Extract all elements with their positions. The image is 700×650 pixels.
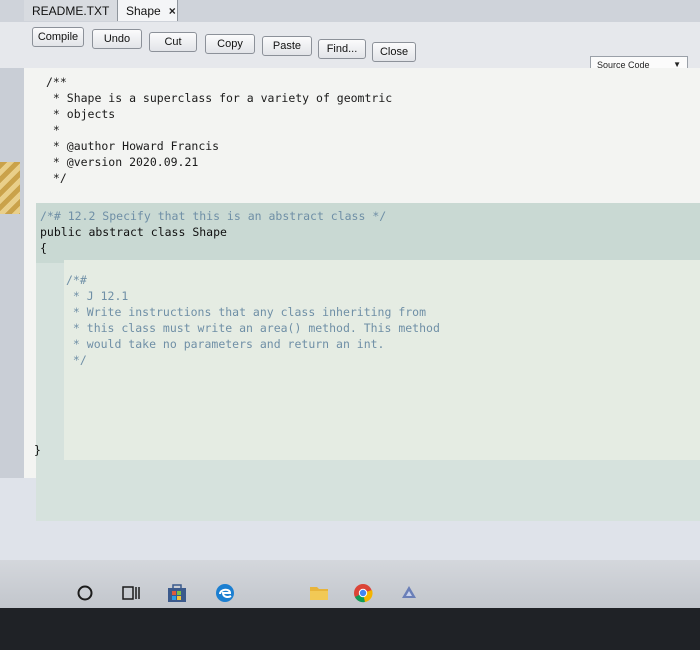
search-circle-icon[interactable] [74, 582, 96, 604]
tab-shape[interactable]: Shape × [118, 0, 178, 21]
open-brace: { [40, 241, 47, 255]
undo-button[interactable]: Undo [92, 29, 142, 49]
app-icon[interactable] [398, 582, 420, 604]
method-comment-line: * would take no parameters and return an… [66, 337, 385, 351]
folder-icon[interactable] [308, 582, 330, 604]
task-view-icon[interactable] [120, 582, 142, 604]
tab-readme-label: README.TXT [32, 3, 110, 18]
left-gutter [0, 68, 25, 478]
find-button[interactable]: Find... [318, 39, 366, 59]
method-scope-block [64, 260, 700, 460]
close-button[interactable]: Close [372, 42, 416, 62]
chrome-icon[interactable] [352, 582, 374, 604]
todo-comment: /*# 12.2 Specify that this is an abstrac… [40, 209, 387, 223]
windows-taskbar [0, 560, 700, 608]
code-editor[interactable]: /** * Shape is a superclass for a variet… [24, 68, 700, 521]
close-brace: } [34, 443, 41, 457]
method-comment-line: * J 12.1 [66, 289, 129, 303]
doc-line: * [46, 123, 60, 137]
copy-button[interactable]: Copy [205, 34, 255, 54]
store-icon[interactable] [166, 582, 188, 604]
doc-line: /** [46, 75, 67, 89]
doc-line: */ [46, 171, 67, 185]
doc-line: * @author Howard Francis [46, 139, 220, 153]
method-comment-line: * this class must write an area() method… [66, 321, 440, 335]
doc-line: * objects [46, 107, 116, 121]
screen-bezel [0, 608, 700, 650]
tab-shape-label: Shape [126, 3, 161, 18]
tab-bar: README.TXT × Shape × [0, 0, 700, 23]
method-comment-line: */ [66, 353, 87, 367]
doc-line: * @version 2020.09.21 [46, 155, 199, 169]
doc-line: * Shape is a superclass for a variety of… [46, 91, 393, 105]
cut-button[interactable]: Cut [149, 32, 197, 52]
edge-icon[interactable] [214, 582, 236, 604]
compile-button[interactable]: Compile [32, 27, 84, 47]
tab-readme[interactable]: README.TXT × [24, 0, 124, 21]
class-declaration: public abstract class Shape [40, 225, 227, 239]
close-icon[interactable]: × [169, 4, 176, 18]
sidebar-stripe [0, 162, 20, 214]
paste-button[interactable]: Paste [262, 36, 312, 56]
method-comment-line: * Write instructions that any class inhe… [66, 305, 427, 319]
method-comment-line: /*# [66, 273, 87, 287]
